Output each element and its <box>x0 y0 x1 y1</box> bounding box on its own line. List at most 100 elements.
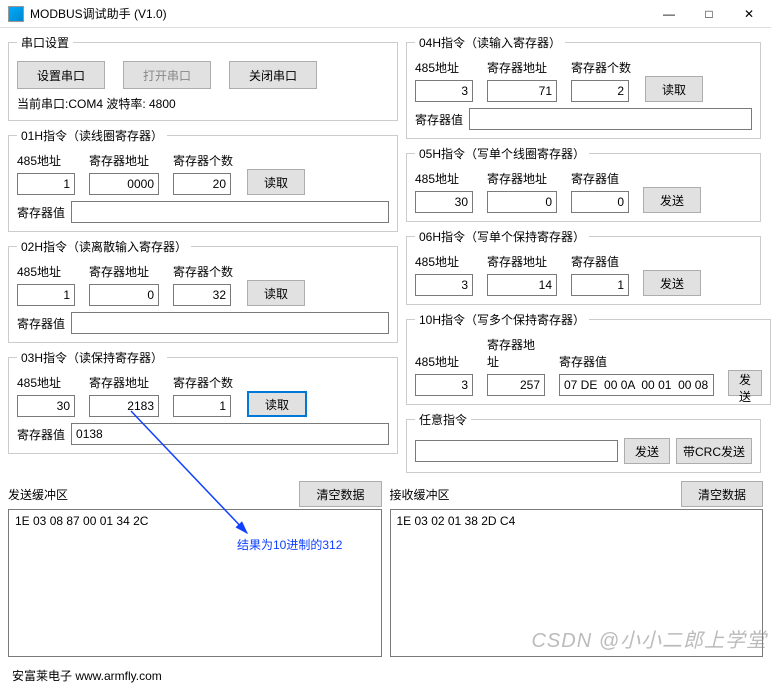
cmd01-val-input[interactable] <box>71 201 389 223</box>
close-button[interactable]: ✕ <box>729 2 769 26</box>
cmd10-addr-label: 485地址 <box>415 353 473 370</box>
minimize-button[interactable]: — <box>649 2 689 26</box>
footer: 安富莱电子 www.armfly.com <box>12 667 763 684</box>
cmd05-group: 05H指令（写单个线圈寄存器） 485地址 寄存器地址 寄存器值 发送 <box>406 145 761 222</box>
cmd10-val-input[interactable] <box>559 374 714 396</box>
cmd06-send-button[interactable]: 发送 <box>643 270 701 296</box>
cmd06-val-input[interactable] <box>571 274 629 296</box>
cmd02-legend: 02H指令（读离散输入寄存器） <box>17 238 191 255</box>
serial-info: 当前串口:COM4 波特率: 4800 <box>17 95 389 112</box>
cmd05-addr-input[interactable] <box>415 191 473 213</box>
cmd03-val-label: 寄存器值 <box>17 426 65 443</box>
cmd01-read-button[interactable]: 读取 <box>247 169 305 195</box>
open-serial-button[interactable]: 打开串口 <box>123 61 211 89</box>
recv-buffer-label: 接收缓冲区 <box>390 486 450 503</box>
cmd01-group: 01H指令（读线圈寄存器） 485地址 寄存器地址 寄存器个数 读取 寄存器值 <box>8 127 398 232</box>
cmd03-count-label: 寄存器个数 <box>173 374 233 391</box>
cmd01-legend: 01H指令（读线圈寄存器） <box>17 127 167 144</box>
cmd02-count-label: 寄存器个数 <box>173 263 233 280</box>
cmd03-addr-label: 485地址 <box>17 374 75 391</box>
cmd04-addr-label: 485地址 <box>415 59 473 76</box>
cmd04-val-input[interactable] <box>469 108 752 130</box>
cmd02-addr-label: 485地址 <box>17 263 75 280</box>
cmd05-send-button[interactable]: 发送 <box>643 187 701 213</box>
cmd06-addr-input[interactable] <box>415 274 473 296</box>
cmd04-reg-input[interactable] <box>487 80 557 102</box>
cmd02-group: 02H指令（读离散输入寄存器） 485地址 寄存器地址 寄存器个数 读取 寄存器… <box>8 238 398 343</box>
cmd04-addr-input[interactable] <box>415 80 473 102</box>
cmdany-val-input[interactable] <box>415 440 618 462</box>
cmd02-read-button[interactable]: 读取 <box>247 280 305 306</box>
send-buffer-box[interactable]: 1E 03 08 87 00 01 34 2C <box>8 509 382 657</box>
serial-settings-group: 串口设置 设置串口 打开串口 关闭串口 当前串口:COM4 波特率: 4800 <box>8 34 398 121</box>
cmd03-read-button[interactable]: 读取 <box>247 391 307 417</box>
send-buffer-col: 发送缓冲区 清空数据 1E 03 08 87 00 01 34 2C <box>8 481 382 657</box>
cmd03-count-input[interactable] <box>173 395 231 417</box>
cmd01-count-label: 寄存器个数 <box>173 152 233 169</box>
cmd01-reg-input[interactable] <box>89 173 159 195</box>
cmd04-read-button[interactable]: 读取 <box>645 76 703 102</box>
cmd02-val-input[interactable] <box>71 312 389 334</box>
cmd01-addr-label: 485地址 <box>17 152 75 169</box>
cmd02-val-label: 寄存器值 <box>17 315 65 332</box>
cmd10-send-button[interactable]: 发送 <box>728 370 762 396</box>
cmd02-reg-label: 寄存器地址 <box>89 263 159 280</box>
cmd03-reg-input[interactable] <box>89 395 159 417</box>
cmdany-sendcrc-button[interactable]: 带CRC发送 <box>676 438 752 464</box>
cmd10-addr-input[interactable] <box>415 374 473 396</box>
cmd05-reg-input[interactable] <box>487 191 557 213</box>
cmd03-legend: 03H指令（读保持寄存器） <box>17 349 167 366</box>
cmd05-val-label: 寄存器值 <box>571 170 629 187</box>
left-column: 串口设置 设置串口 打开串口 关闭串口 当前串口:COM4 波特率: 4800 … <box>8 34 398 473</box>
cmd04-group: 04H指令（读输入寄存器） 485地址 寄存器地址 寄存器个数 读取 寄存器值 <box>406 34 761 139</box>
cmd03-group: 03H指令（读保持寄存器） 485地址 寄存器地址 寄存器个数 读取 寄存器值 <box>8 349 398 454</box>
cmd06-reg-input[interactable] <box>487 274 557 296</box>
maximize-button[interactable]: □ <box>689 2 729 26</box>
cmd05-reg-label: 寄存器地址 <box>487 170 557 187</box>
recv-buffer-content: 1E 03 02 01 38 2D C4 <box>397 514 516 528</box>
recv-buffer-col: 接收缓冲区 清空数据 1E 03 02 01 38 2D C4 <box>390 481 764 657</box>
window-buttons: — □ ✕ <box>649 2 769 26</box>
cmd03-reg-label: 寄存器地址 <box>89 374 159 391</box>
cmd01-addr-input[interactable] <box>17 173 75 195</box>
right-column: 04H指令（读输入寄存器） 485地址 寄存器地址 寄存器个数 读取 寄存器值 … <box>406 34 761 473</box>
cmd10-val-label: 寄存器值 <box>559 353 714 370</box>
cmd05-legend: 05H指令（写单个线圈寄存器） <box>415 145 589 162</box>
cmd06-group: 06H指令（写单个保持寄存器） 485地址 寄存器地址 寄存器值 发送 <box>406 228 761 305</box>
close-serial-button[interactable]: 关闭串口 <box>229 61 317 89</box>
cmd04-reg-label: 寄存器地址 <box>487 59 557 76</box>
cmd10-reg-label: 寄存器地址 <box>487 336 545 370</box>
cmd02-addr-input[interactable] <box>17 284 75 306</box>
titlebar: MODBUS调试助手 (V1.0) — □ ✕ <box>0 0 771 28</box>
cmd06-addr-label: 485地址 <box>415 253 473 270</box>
cmd06-reg-label: 寄存器地址 <box>487 253 557 270</box>
cmd10-reg-input[interactable] <box>487 374 545 396</box>
send-buffer-content: 1E 03 08 87 00 01 34 2C <box>15 514 148 528</box>
cmd06-legend: 06H指令（写单个保持寄存器） <box>415 228 589 245</box>
cmd04-count-label: 寄存器个数 <box>571 59 631 76</box>
cmd10-group: 10H指令（写多个保持寄存器） 485地址 寄存器地址 寄存器值 发送 <box>406 311 771 405</box>
cmd01-count-input[interactable] <box>173 173 231 195</box>
cmd01-val-label: 寄存器值 <box>17 204 65 221</box>
cmd10-legend: 10H指令（写多个保持寄存器） <box>415 311 589 328</box>
cmd01-reg-label: 寄存器地址 <box>89 152 159 169</box>
recv-buffer-clear-button[interactable]: 清空数据 <box>681 481 763 507</box>
serial-legend: 串口设置 <box>17 34 73 51</box>
cmd06-val-label: 寄存器值 <box>571 253 629 270</box>
set-serial-button[interactable]: 设置串口 <box>17 61 105 89</box>
cmdany-legend: 任意指令 <box>415 411 471 428</box>
buffers: 发送缓冲区 清空数据 1E 03 08 87 00 01 34 2C 接收缓冲区… <box>8 481 763 657</box>
window-title: MODBUS调试助手 (V1.0) <box>30 5 649 22</box>
cmdany-send-button[interactable]: 发送 <box>624 438 670 464</box>
cmd05-val-input[interactable] <box>571 191 629 213</box>
recv-buffer-box[interactable]: 1E 03 02 01 38 2D C4 <box>390 509 764 657</box>
cmd05-addr-label: 485地址 <box>415 170 473 187</box>
cmd04-count-input[interactable] <box>571 80 629 102</box>
cmd02-count-input[interactable] <box>173 284 231 306</box>
send-buffer-clear-button[interactable]: 清空数据 <box>299 481 381 507</box>
client-area: 串口设置 设置串口 打开串口 关闭串口 当前串口:COM4 波特率: 4800 … <box>0 28 771 477</box>
cmd02-reg-input[interactable] <box>89 284 159 306</box>
cmd03-val-input[interactable] <box>71 423 389 445</box>
cmd03-addr-input[interactable] <box>17 395 75 417</box>
send-buffer-label: 发送缓冲区 <box>8 486 68 503</box>
